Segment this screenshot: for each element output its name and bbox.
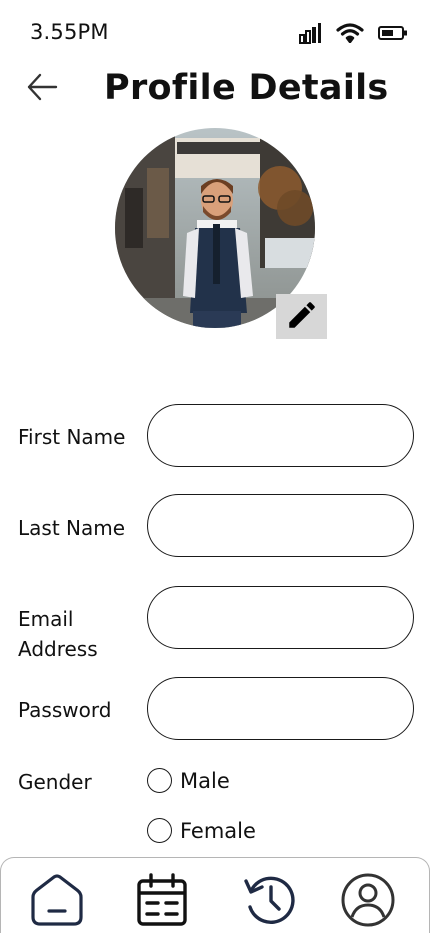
first-name-label: First Name — [18, 425, 126, 449]
password-label: Password — [18, 698, 112, 722]
edit-photo-button[interactable] — [276, 294, 327, 339]
radio-female-label: Female — [180, 818, 256, 843]
email-input[interactable] — [147, 586, 414, 649]
wifi-icon — [336, 23, 364, 43]
gender-option-female[interactable]: Female — [147, 818, 256, 843]
gender-option-male[interactable]: Male — [147, 768, 230, 793]
status-time: 3.55PM — [30, 20, 109, 44]
profile-icon — [340, 873, 396, 927]
history-icon — [242, 873, 298, 927]
status-bar: 3.55PM — [0, 0, 430, 64]
email-label-line1: Email — [18, 607, 74, 631]
last-name-label: Last Name — [18, 516, 126, 540]
header: Profile Details — [0, 64, 430, 116]
battery-icon — [378, 25, 408, 41]
first-name-input[interactable] — [147, 404, 414, 467]
gender-label: Gender — [18, 770, 92, 794]
bottom-nav — [0, 857, 430, 933]
arrow-left-icon — [26, 73, 58, 105]
home-icon — [29, 873, 85, 927]
nav-home[interactable] — [28, 872, 86, 928]
email-label: Email Address — [18, 604, 98, 664]
pencil-icon — [285, 298, 319, 336]
calendar-icon — [134, 873, 190, 927]
back-button[interactable] — [24, 72, 60, 106]
avatar-section — [115, 128, 327, 340]
nav-profile[interactable] — [339, 872, 397, 928]
signal-icon — [299, 22, 322, 44]
password-input[interactable] — [147, 677, 414, 740]
page-title: Profile Details — [104, 68, 389, 108]
nav-calendar[interactable] — [133, 872, 191, 928]
radio-male[interactable] — [147, 768, 172, 793]
radio-female[interactable] — [147, 818, 172, 843]
nav-history[interactable] — [241, 872, 299, 928]
email-label-line2: Address — [18, 637, 98, 661]
radio-male-label: Male — [180, 768, 230, 793]
last-name-input[interactable] — [147, 494, 414, 557]
status-icons — [299, 22, 408, 44]
